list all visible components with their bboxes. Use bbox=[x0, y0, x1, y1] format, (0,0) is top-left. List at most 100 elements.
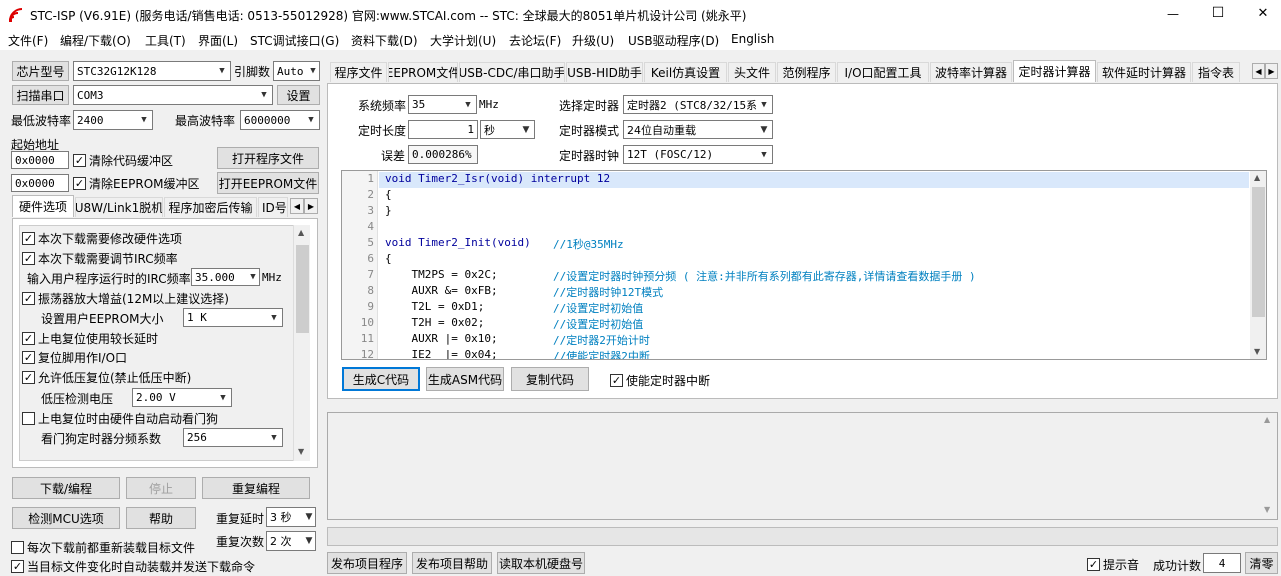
menu-usb-driver[interactable]: USB驱动程序(D) bbox=[628, 32, 719, 49]
duration-input[interactable]: 1 bbox=[408, 120, 478, 139]
menu-program[interactable]: 编程/下载(O) bbox=[60, 32, 131, 49]
duration-unit-select[interactable]: 秒 ▼ bbox=[480, 120, 535, 139]
download-program-button[interactable]: 下载/编程 bbox=[12, 477, 120, 499]
maximize-icon[interactable]: ☐ bbox=[1203, 5, 1233, 21]
opt-modify-hardware-checkbox[interactable]: ✓ 本次下载需要修改硬件选项 bbox=[22, 230, 182, 247]
timer-clock-select[interactable]: 12T (FOSC/12) ▼ bbox=[623, 145, 773, 164]
tab-hardware-options[interactable]: 硬件选项 bbox=[12, 195, 74, 217]
scroll-down-icon[interactable]: ▼ bbox=[298, 447, 304, 456]
scroll-up-icon[interactable]: ▲ bbox=[1264, 415, 1270, 424]
checkbox-checked-icon: ✓ bbox=[22, 332, 35, 345]
tab-scroll-right-icon[interactable]: ▶ bbox=[304, 198, 318, 214]
tab-scroll-right-icon[interactable]: ▶ bbox=[1265, 63, 1278, 79]
menu-university[interactable]: 大学计划(U) bbox=[430, 32, 496, 49]
publish-program-button[interactable]: 发布项目程序 bbox=[327, 552, 407, 574]
opt-reset-pin-io-checkbox[interactable]: ✓ 复位脚用作I/O口 bbox=[22, 349, 127, 366]
irc-freq-select[interactable]: 35.000 ▼ bbox=[191, 268, 260, 286]
low-voltage-select[interactable]: 2.00 V ▼ bbox=[132, 388, 232, 407]
tab-program-file[interactable]: 程序文件 bbox=[330, 62, 387, 82]
generate-asm-code-button[interactable]: 生成ASM代码 bbox=[426, 367, 504, 391]
clear-code-buffer-checkbox[interactable]: ✓ 清除代码缓冲区 bbox=[73, 152, 173, 169]
select-timer-select[interactable]: 定时器2 (STC8/32/15系 ▼ bbox=[623, 95, 773, 114]
tab-baud-calculator[interactable]: 波特率计算器 bbox=[930, 62, 1012, 82]
tab-example-programs[interactable]: 范例程序 bbox=[777, 62, 836, 82]
port-settings-button[interactable]: 设置 bbox=[277, 85, 320, 105]
tab-timer-calculator[interactable]: 定时器计算器 bbox=[1013, 60, 1096, 82]
tab-keil-settings[interactable]: Keil仿真设置 bbox=[644, 62, 727, 82]
tab-encrypted-transfer[interactable]: 程序加密后传输 bbox=[164, 197, 257, 217]
tab-u8w-offline[interactable]: U8W/Link1脱机 bbox=[75, 197, 163, 217]
menu-file[interactable]: 文件(F) bbox=[8, 32, 48, 49]
menu-forum[interactable]: 去论坛(F) bbox=[509, 32, 561, 49]
menu-debug[interactable]: STC调试接口(G) bbox=[250, 32, 339, 49]
scroll-down-icon[interactable]: ▼ bbox=[1254, 347, 1260, 356]
pin-count-select[interactable]: Auto ▼ bbox=[273, 61, 320, 81]
tab-scroll-left-icon[interactable]: ◀ bbox=[1252, 63, 1265, 79]
scroll-down-icon[interactable]: ▼ bbox=[1264, 505, 1270, 514]
read-disk-id-button[interactable]: 读取本机硬盘号 bbox=[497, 552, 585, 574]
tab-instruction-table[interactable]: 指令表 bbox=[1192, 62, 1240, 82]
scroll-up-icon[interactable]: ▲ bbox=[298, 228, 304, 237]
opt-long-reset-delay-checkbox[interactable]: ✓ 上电复位使用较长延时 bbox=[22, 330, 158, 347]
retry-count-value: 2 次 bbox=[270, 535, 292, 548]
check-mcu-options-button[interactable]: 检测MCU选项 bbox=[12, 507, 120, 529]
menu-docs[interactable]: 资料下载(D) bbox=[351, 32, 418, 49]
open-program-file-button[interactable]: 打开程序文件 bbox=[217, 147, 319, 169]
timer-mode-select[interactable]: 24位自动重载 ▼ bbox=[623, 120, 773, 139]
tab-header-file[interactable]: 头文件 bbox=[728, 62, 776, 82]
options-scrollbar[interactable]: ▲ ▼ bbox=[293, 225, 310, 461]
tab-io-config[interactable]: I/O口配置工具 bbox=[837, 62, 929, 82]
repeat-program-button[interactable]: 重复编程 bbox=[202, 477, 310, 499]
menu-view[interactable]: 界面(L) bbox=[198, 32, 238, 49]
tab-id-number[interactable]: ID号 bbox=[258, 197, 288, 217]
reload-before-download-checkbox[interactable]: 每次下载前都重新装载目标文件 bbox=[11, 539, 195, 556]
sound-prompt-checkbox[interactable]: ✓ 提示音 bbox=[1087, 556, 1139, 573]
opt-low-voltage-reset-checkbox[interactable]: ✓ 允许低压复位(禁止低压中断) bbox=[22, 369, 191, 386]
scroll-up-icon[interactable]: ▲ bbox=[1254, 173, 1260, 182]
scroll-thumb[interactable] bbox=[296, 245, 309, 333]
publish-help-button[interactable]: 发布项目帮助 bbox=[412, 552, 492, 574]
auto-send-on-change-checkbox[interactable]: ✓ 当目标文件变化时自动装载并发送下载命令 bbox=[11, 558, 255, 575]
clear-count-button[interactable]: 清零 bbox=[1245, 552, 1278, 574]
help-button[interactable]: 帮助 bbox=[126, 507, 196, 529]
opt-osc-gain-checkbox[interactable]: ✓ 振荡器放大增益(12M以上建议选择) bbox=[22, 290, 229, 307]
tab-scroll-left-icon[interactable]: ◀ bbox=[290, 198, 304, 214]
tab-usb-hid[interactable]: USB-HID助手 bbox=[566, 62, 643, 82]
code-address-input[interactable]: 0x0000 bbox=[11, 151, 69, 169]
opt-adjust-irc-checkbox[interactable]: ✓ 本次下载需要调节IRC频率 bbox=[22, 250, 178, 267]
copy-code-button[interactable]: 复制代码 bbox=[511, 367, 589, 391]
log-scrollbar[interactable]: ▲ ▼ bbox=[1260, 413, 1277, 519]
code-editor[interactable]: 1 void Timer2_Isr(void) interrupt 12 2{ 3… bbox=[341, 170, 1267, 360]
retry-delay-select[interactable]: 3 秒 ▼ bbox=[266, 507, 316, 527]
editor-scrollbar[interactable]: ▲ ▼ bbox=[1250, 171, 1266, 359]
tab-usb-cdc-serial[interactable]: USB-CDC/串口助手 bbox=[459, 62, 565, 82]
sys-freq-select[interactable]: 35 ▼ bbox=[408, 95, 477, 114]
chip-model-button[interactable]: 芯片型号 bbox=[12, 61, 69, 81]
eeprom-size-select[interactable]: 1 K ▼ bbox=[183, 308, 283, 327]
eeprom-address-input[interactable]: 0x0000 bbox=[11, 174, 69, 192]
min-baud-select[interactable]: 2400 ▼ bbox=[73, 110, 153, 130]
close-icon[interactable]: ✕ bbox=[1248, 6, 1278, 21]
minimize-icon[interactable]: — bbox=[1158, 7, 1188, 21]
chevron-down-icon: ▼ bbox=[460, 96, 476, 113]
opt-auto-watchdog-checkbox[interactable]: 上电复位时由硬件自动启动看门狗 bbox=[22, 410, 218, 427]
menu-upgrade[interactable]: 升级(U) bbox=[572, 32, 614, 49]
tab-delay-calculator[interactable]: 软件延时计算器 bbox=[1097, 62, 1191, 82]
com-port-select[interactable]: COM3 ▼ bbox=[73, 85, 273, 105]
clear-eeprom-buffer-checkbox[interactable]: ✓ 清除EEPROM缓冲区 bbox=[73, 175, 200, 192]
retry-count-select[interactable]: 2 次 ▼ bbox=[266, 531, 316, 551]
chip-model-select[interactable]: STC32G12K128 ▼ bbox=[73, 61, 231, 81]
stop-button[interactable]: 停止 bbox=[126, 477, 196, 499]
pin-count-label: 引脚数 bbox=[234, 65, 271, 79]
max-baud-select[interactable]: 6000000 ▼ bbox=[240, 110, 320, 130]
open-eeprom-file-button[interactable]: 打开EEPROM文件 bbox=[217, 172, 319, 194]
menu-tools[interactable]: 工具(T) bbox=[145, 32, 186, 49]
watchdog-prescaler-select[interactable]: 256 ▼ bbox=[183, 428, 283, 447]
scan-port-button[interactable]: 扫描串口 bbox=[12, 85, 69, 105]
enable-timer-interrupt-checkbox[interactable]: ✓ 使能定时器中断 bbox=[610, 372, 710, 389]
tab-eeprom-file[interactable]: EEPROM文件 bbox=[388, 62, 458, 82]
output-log[interactable]: ▲ ▼ bbox=[327, 412, 1278, 520]
scroll-thumb[interactable] bbox=[1252, 187, 1265, 317]
generate-c-code-button[interactable]: 生成C代码 bbox=[342, 367, 420, 391]
menu-english[interactable]: English bbox=[731, 32, 774, 46]
